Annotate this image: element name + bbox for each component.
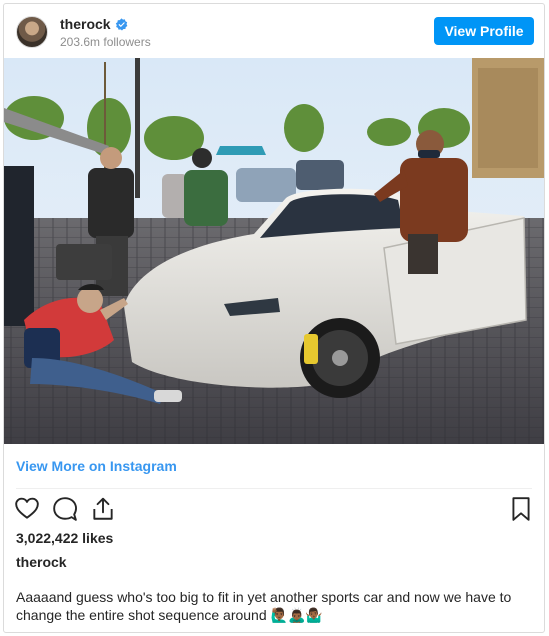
caption-text: Aaaaand guess who's too big to fit in ye… (16, 589, 512, 623)
verified-badge-icon (115, 17, 127, 31)
like-count[interactable]: 3,022,422 likes (16, 530, 113, 546)
avatar[interactable] (16, 16, 48, 48)
instagram-embed-card: therock 203.6m followers View Profile Vi… (3, 3, 545, 633)
caption: Aaaaand guess who's too big to fit in ye… (16, 588, 531, 625)
caption-username[interactable]: therock (16, 554, 67, 570)
username-row: therock (60, 16, 128, 32)
follower-count: 203.6m followers (60, 35, 151, 49)
caption-emoji: 🙋🏾‍♂️🙇🏾‍♂️🤷🏾‍♂️ (270, 608, 323, 624)
action-bar (14, 496, 116, 524)
post-header: therock 203.6m followers View Profile (4, 4, 544, 58)
bookmark-icon[interactable] (508, 496, 534, 522)
view-more-link[interactable]: View More on Instagram (16, 458, 177, 474)
heart-icon[interactable] (14, 496, 40, 522)
post-photo[interactable] (4, 58, 544, 444)
comment-icon[interactable] (52, 496, 78, 522)
share-icon[interactable] (90, 496, 116, 522)
photo-illustration (4, 58, 544, 444)
divider (16, 488, 532, 489)
view-profile-button[interactable]: View Profile (434, 17, 534, 45)
username[interactable]: therock (60, 16, 111, 32)
